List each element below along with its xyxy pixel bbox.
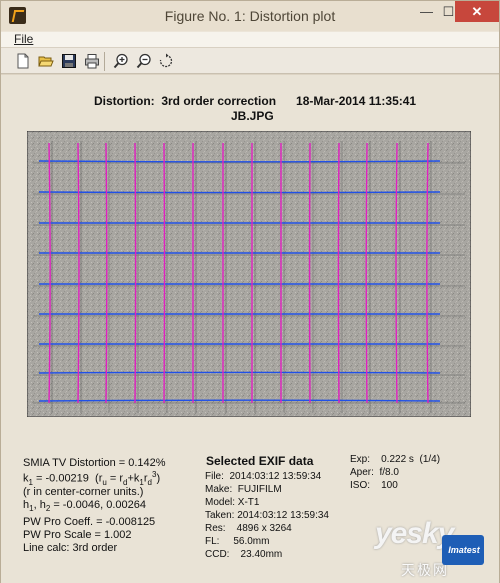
exif-model: Model: X-T1 [205,497,260,508]
vertical-fit-line [365,142,368,404]
save-icon[interactable] [61,53,77,69]
aperture: Aper: f/8.0 [350,467,399,478]
title-bar[interactable]: Figure No. 1: Distortion plot — ☐ ✕ [1,1,499,31]
units-note: (r in center-corner units.) [23,486,144,498]
exif-heading: Selected EXIF data [206,454,314,468]
vertical-fit-line [337,142,340,404]
toolbar-separator [104,52,105,71]
zoom-in-icon[interactable] [113,53,129,69]
menu-file[interactable]: File [14,32,33,46]
exposure-time: Exp: 0.222 s (1/4) [350,454,441,465]
figure-canvas: Distortion: 3rd order correction 18-Mar-… [1,75,499,583]
menu-bar: File [1,31,499,47]
imatest-logo-text: Imatest [448,545,480,555]
exif-ccd: CCD: 23.40mm [205,549,283,560]
line-calc: Line calc: 3rd order [23,542,118,554]
close-button[interactable]: ✕ [455,1,499,22]
exif-make: Make: FUJIFILM [205,484,282,495]
print-icon[interactable] [84,53,100,69]
pw-pro-scale: PW Pro Scale = 1.002 [23,529,132,541]
chart-image-background [27,131,471,417]
exif-taken: Taken: 2014:03:12 13:59:34 [205,510,329,521]
new-file-icon[interactable] [15,53,31,69]
h-coefficients: h1, h2 = -0.0046, 0.00264 [23,499,146,514]
rotate-icon[interactable] [158,53,174,69]
plot-filename: JB.JPG [231,109,274,123]
open-folder-icon[interactable] [38,53,54,69]
zoom-out-icon[interactable] [136,53,152,69]
vertical-fit-line [105,142,108,404]
minimize-button[interactable]: — [414,1,439,22]
toolbar [1,47,499,74]
exif-fl: FL: 56.0mm [205,536,270,547]
vertical-fit-line [134,142,137,404]
horizontal-fit-line [38,371,441,374]
smia-distortion: SMIA TV Distortion = 0.142% [23,457,166,469]
iso: ISO: 100 [350,480,398,491]
horizontal-fit-line [38,160,441,163]
exif-res: Res: 4896 x 3264 [205,523,292,534]
plot-title: Distortion: 3rd order correction 18-Mar-… [94,94,417,108]
exif-file: File: 2014:03:12 13:59:34 [205,471,322,482]
figure-window: Figure No. 1: Distortion plot — ☐ ✕ File [0,0,500,583]
distortion-plot [27,131,471,417]
horizontal-fit-line [38,191,441,194]
k1-coefficient: k1 = -0.00219 (ru = rd+k1rd3) [23,470,161,487]
pw-pro-coeff: PW Pro Coeff. = -0.008125 [23,516,156,528]
horizontal-fit-line [38,399,441,402]
